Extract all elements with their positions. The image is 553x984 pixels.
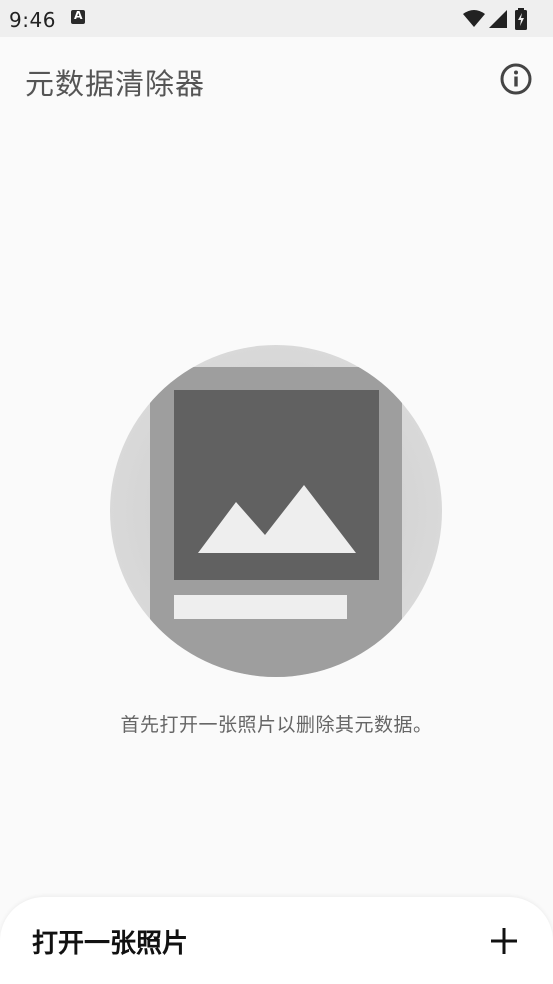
cell-signal-icon (489, 10, 507, 28)
empty-state-message: 首先打开一张照片以删除其元数据。 (120, 714, 433, 736)
app-bar: 元数据清除器 (0, 37, 553, 127)
info-icon[interactable] (499, 62, 533, 96)
app-title: 元数据清除器 (25, 67, 206, 101)
accessibility-a-icon (71, 9, 85, 24)
open-photo-sheet[interactable]: 打开一张照片 (0, 897, 553, 984)
status-icons (463, 8, 543, 30)
open-photo-label: 打开一张照片 (32, 929, 189, 959)
status-bar: 9:46 (0, 0, 553, 37)
image-placeholder-icon (110, 345, 442, 677)
add-icon[interactable] (491, 928, 517, 954)
wifi-icon (463, 10, 485, 27)
battery-charging-icon (515, 8, 527, 30)
status-time: 9:46 (9, 8, 56, 32)
